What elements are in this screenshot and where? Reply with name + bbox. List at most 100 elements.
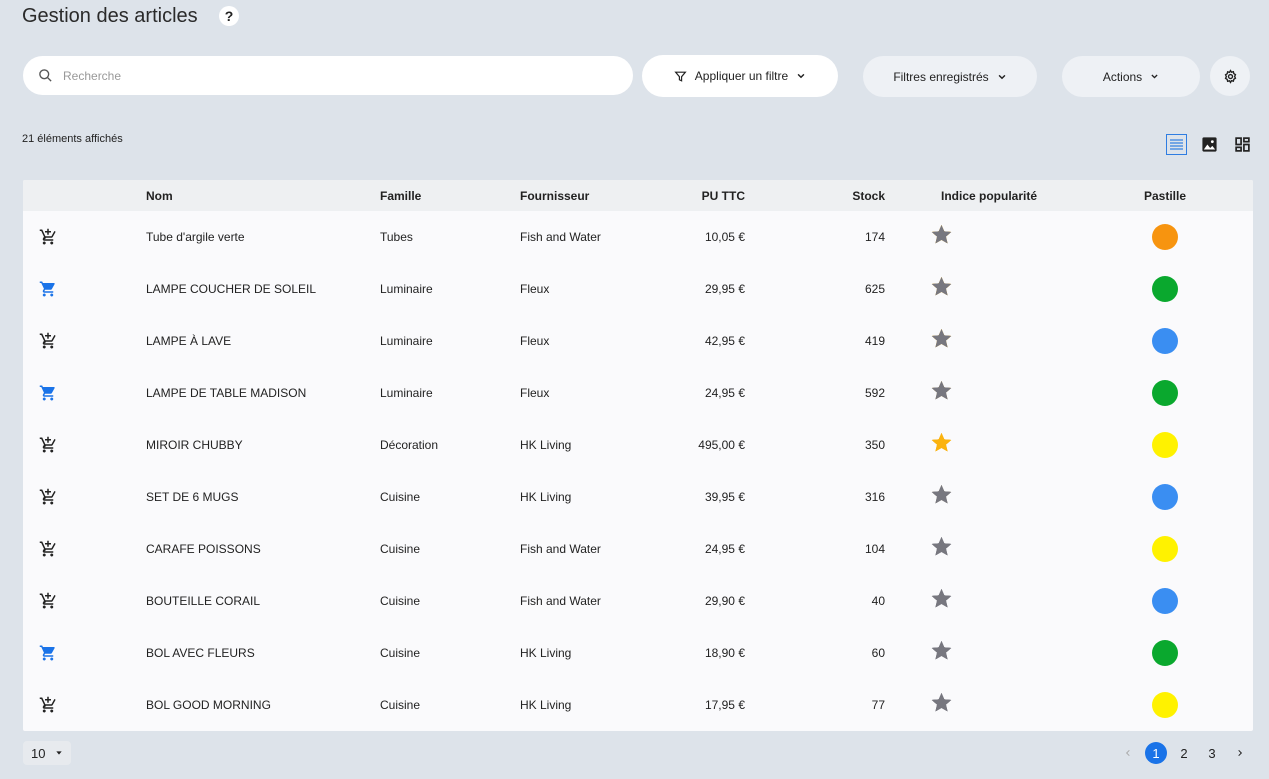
table-row[interactable]: CARAFE POISSONS Cuisine Fish and Water 24,9… (23, 523, 1253, 575)
add-to-cart-icon[interactable] (39, 540, 57, 558)
table-row[interactable]: LAMPE COUCHER DE SOLEIL Luminaire Fleux 29,… (23, 263, 1253, 315)
cell-famille: Cuisine (380, 594, 421, 608)
help-icon[interactable]: ? (219, 6, 239, 26)
cell-fournisseur: Fish and Water (520, 594, 601, 608)
pastille-dot (1152, 692, 1178, 718)
page-size-select[interactable]: 10 (23, 741, 71, 765)
header-pastille[interactable]: Pastille (1144, 189, 1186, 203)
cell-nom: BOUTEILLE CORAIL (146, 594, 261, 608)
cell-famille: Luminaire (380, 282, 433, 296)
star-empty-icon (930, 379, 953, 405)
search-icon (39, 69, 52, 82)
cart-icon[interactable] (39, 280, 57, 298)
cell-fournisseur: Fleux (520, 282, 550, 296)
page-button-3[interactable]: 3 (1201, 742, 1223, 764)
header-nom[interactable]: Nom (146, 189, 173, 203)
cell-nom: BOL AVEC FLEURS (146, 646, 255, 660)
cell-famille: Décoration (380, 438, 439, 452)
cell-stock: 316 (864, 490, 885, 504)
cell-nom: MIROIR CHUBBY (146, 438, 243, 452)
cell-fournisseur: HK Living (520, 438, 572, 452)
chevron-down-icon (1151, 74, 1158, 79)
cell-pu-ttc: 10,05 € (704, 230, 745, 244)
table-row[interactable]: BOL GOOD MORNING Cuisine HK Living 17,95 € 7… (23, 679, 1253, 731)
pastille-dot (1152, 380, 1178, 406)
search-box (23, 56, 633, 95)
table-row[interactable]: BOUTEILLE CORAIL Cuisine Fish and Water 29,… (23, 575, 1253, 627)
add-to-cart-icon[interactable] (39, 488, 57, 506)
star-filled-icon (930, 431, 953, 457)
cell-famille: Cuisine (380, 646, 421, 660)
header-stock[interactable]: Stock (852, 189, 885, 203)
image-view-icon[interactable] (1199, 134, 1220, 155)
star-empty-icon (930, 327, 953, 353)
prev-page-button[interactable] (1117, 742, 1139, 764)
add-to-cart-icon[interactable] (39, 332, 57, 350)
cell-stock: 77 (871, 698, 885, 712)
pastille-dot (1152, 432, 1178, 458)
page-button-1[interactable]: 1 (1145, 742, 1167, 764)
cell-pu-ttc: 495,00 € (698, 438, 745, 452)
cart-icon[interactable] (39, 644, 57, 662)
table-row[interactable]: SET DE 6 MUGS Cuisine HK Living 39,95 € 316 (23, 471, 1253, 523)
add-to-cart-icon[interactable] (39, 436, 57, 454)
header-famille[interactable]: Famille (380, 189, 421, 203)
saved-filters-label: Filtres enregistrés (893, 69, 989, 84)
cell-nom: LAMPE COUCHER DE SOLEIL (146, 282, 317, 296)
table-row[interactable]: MIROIR CHUBBY Décoration HK Living 495,00 €… (23, 419, 1253, 471)
cell-pu-ttc: 29,95 € (704, 282, 745, 296)
settings-button[interactable] (1210, 56, 1250, 96)
cell-stock: 104 (864, 542, 885, 556)
cell-stock: 419 (864, 334, 885, 348)
star-empty-icon (930, 587, 953, 613)
pagination: 1 2 3 (1117, 742, 1251, 764)
page-button-2[interactable]: 2 (1173, 742, 1195, 764)
add-to-cart-icon[interactable] (39, 228, 57, 246)
cell-nom: BOL GOOD MORNING (146, 698, 271, 712)
cell-nom: Tube d'argile verte (146, 230, 245, 244)
saved-filters-button[interactable]: Filtres enregistrés (863, 56, 1037, 97)
pastille-dot (1152, 536, 1178, 562)
pastille-dot (1152, 276, 1178, 302)
cell-pu-ttc: 24,95 € (704, 542, 745, 556)
cell-famille: Luminaire (380, 386, 433, 400)
chevron-left-icon (1125, 749, 1130, 757)
actions-button[interactable]: Actions (1062, 56, 1200, 97)
cell-fournisseur: Fleux (520, 386, 550, 400)
gear-icon (1224, 68, 1236, 84)
cell-fournisseur: HK Living (520, 646, 572, 660)
cell-pu-ttc: 17,95 € (704, 698, 745, 712)
cell-famille: Cuisine (380, 698, 421, 712)
pastille-dot (1152, 224, 1178, 250)
cell-fournisseur: HK Living (520, 698, 572, 712)
cart-icon[interactable] (39, 384, 57, 402)
search-input[interactable] (63, 68, 583, 83)
table-row[interactable]: LAMPE DE TABLE MADISON Luminaire Fleux 24,9… (23, 367, 1253, 419)
apply-filter-button[interactable]: Appliquer un filtre (642, 55, 838, 97)
add-to-cart-icon[interactable] (39, 696, 57, 714)
table-row[interactable]: LAMPE À LAVE Luminaire Fleux 42,95 € 419 (23, 315, 1253, 367)
table-row[interactable]: Tube d'argile verte Tubes Fish and Water 10… (23, 211, 1253, 263)
cell-nom: LAMPE À LAVE (146, 334, 232, 348)
articles-table: Nom Famille Fournisseur PU TTC Stock Ind… (23, 180, 1253, 731)
table-row[interactable]: BOL AVEC FLEURS Cuisine HK Living 18,90 € 60 (23, 627, 1253, 679)
table-body: Tube d'argile verte Tubes Fish and Water 10… (23, 211, 1253, 731)
actions-label: Actions (1102, 69, 1143, 84)
cell-famille: Luminaire (380, 334, 433, 348)
add-to-cart-icon[interactable] (39, 592, 57, 610)
view-mode-switcher (1166, 134, 1253, 155)
header-pu-ttc[interactable]: PU TTC (702, 189, 745, 203)
table-header: Nom Famille Fournisseur PU TTC Stock Ind… (23, 180, 1253, 211)
grid-view-icon[interactable] (1232, 134, 1253, 155)
list-view-icon[interactable] (1166, 134, 1187, 155)
cell-stock: 350 (864, 438, 885, 452)
cell-fournisseur: HK Living (520, 490, 572, 504)
cell-nom: SET DE 6 MUGS (146, 490, 239, 504)
star-empty-icon (930, 223, 953, 249)
next-page-button[interactable] (1229, 742, 1251, 764)
header-fournisseur[interactable]: Fournisseur (520, 189, 589, 203)
cell-stock: 60 (871, 646, 885, 660)
page-size-value: 10 (31, 745, 46, 761)
header-popularite[interactable]: Indice popularité (941, 189, 1037, 203)
apply-filter-label: Appliquer un filtre (694, 69, 789, 83)
